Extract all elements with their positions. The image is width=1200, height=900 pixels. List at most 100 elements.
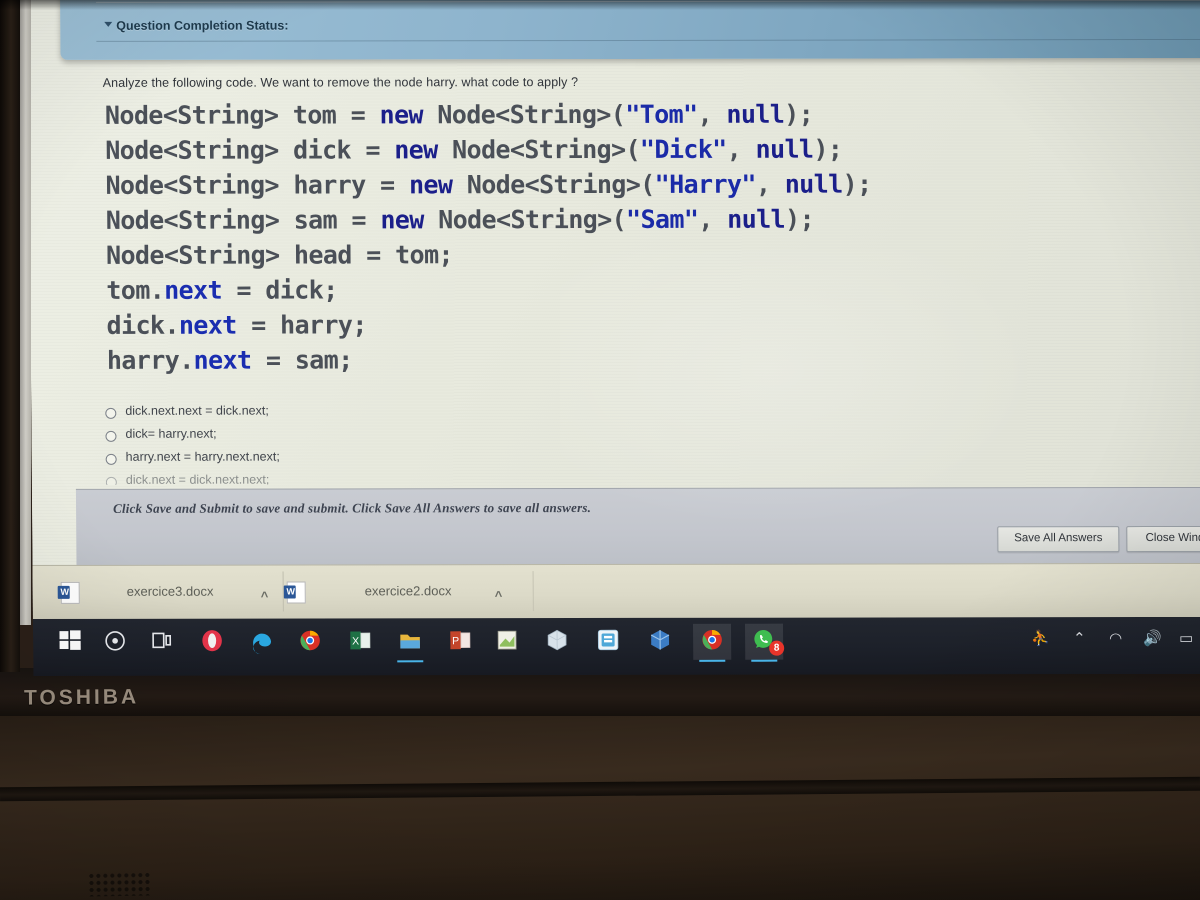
battery-icon[interactable]: ▭ <box>1179 629 1193 647</box>
file-explorer-button[interactable] <box>391 624 429 663</box>
answer-option[interactable]: harry.next = harry.next.next; <box>105 449 626 473</box>
virtualbox-button[interactable] <box>641 624 679 660</box>
code-line: dick.next = harry; <box>106 306 1006 343</box>
answer-option[interactable]: dick= harry.next; <box>105 426 625 450</box>
svg-text:P: P <box>452 635 459 647</box>
edge-icon <box>243 625 281 657</box>
download-item[interactable]: exercice2.docx ^ <box>286 573 517 611</box>
screen-left-bezel <box>0 0 20 672</box>
radio-button-icon[interactable] <box>105 453 117 465</box>
wifi-icon[interactable]: ◠ <box>1109 629 1122 647</box>
code-token: = sam; <box>251 345 353 375</box>
excel-button[interactable]: X <box>341 624 379 660</box>
excel-icon: X <box>341 624 379 656</box>
code-token: "Tom" <box>625 99 698 129</box>
word-document-icon <box>286 581 306 604</box>
code-token: ); <box>784 99 814 129</box>
app-button[interactable] <box>589 624 627 660</box>
windows-taskbar[interactable]: ⛹ ⌃ ◠ 🔊 ▭ X P 8 <box>32 616 1200 676</box>
package-button[interactable] <box>538 624 576 660</box>
answer-option-label: harry.next = harry.next.next; <box>125 449 280 464</box>
cortana-button[interactable] <box>96 625 134 661</box>
answer-option-label: dick= harry.next; <box>125 426 217 441</box>
windows-logo-icon <box>51 625 89 657</box>
code-line: Node<String> head = tom; <box>106 236 1006 273</box>
code-token: null <box>726 99 785 129</box>
answer-option[interactable]: dick.next.next = dick.next; <box>105 403 625 427</box>
notepad-button[interactable] <box>488 624 526 660</box>
code-token: "Harry" <box>654 169 756 199</box>
code-line: Node<String> tom = new Node<String>("Tom… <box>105 96 1005 133</box>
code-token: , <box>698 204 728 234</box>
opera-icon <box>193 625 231 657</box>
chrome-button[interactable] <box>291 624 329 660</box>
browser-page: Remaining Time: 1 hour, 29 minutes, 21 s… <box>28 0 1200 620</box>
code-token: Node<String> dick = <box>105 135 395 165</box>
whatsapp-button[interactable]: 8 <box>744 623 785 662</box>
code-token: tom. <box>106 275 165 305</box>
radio-button-icon[interactable] <box>105 430 117 442</box>
code-token: Node<String>( <box>452 169 655 200</box>
question-completion-status-label[interactable]: Question Completion Status: <box>116 19 288 33</box>
code-token: ); <box>813 134 843 164</box>
code-line: harry.next = sam; <box>107 341 1007 378</box>
exam-header-panel: Remaining Time: 1 hour, 29 minutes, 21 s… <box>59 0 1200 60</box>
opera-button[interactable] <box>193 625 231 661</box>
notepad-icon <box>488 624 526 656</box>
code-token: new <box>394 135 438 165</box>
task-view-button[interactable] <box>143 625 181 661</box>
code-token: ); <box>842 169 872 199</box>
system-tray[interactable]: ⛹ ⌃ ◠ 🔊 ▭ <box>1031 629 1200 657</box>
code-block: Node<String> tom = new Node<String>("Tom… <box>105 96 1007 378</box>
download-filename: exercice2.docx <box>364 583 452 599</box>
radio-button-icon[interactable] <box>105 407 117 419</box>
code-token: Node<String> sam = <box>105 205 381 235</box>
taskbar-running-indicator <box>751 659 778 662</box>
edge-button[interactable] <box>243 625 281 661</box>
close-window-button[interactable]: Close Window <box>1126 525 1200 553</box>
chevron-up-icon[interactable]: ⌃ <box>1073 629 1086 647</box>
header-divider-bottom <box>96 38 1200 42</box>
volume-icon[interactable]: 🔊 <box>1143 629 1162 647</box>
app-tile-icon <box>589 624 627 656</box>
triangle-down-icon[interactable] <box>104 21 113 27</box>
save-all-answers-button[interactable]: Save All Answers <box>997 526 1120 553</box>
start-button[interactable] <box>51 625 89 661</box>
folder-icon <box>391 624 429 656</box>
laptop-screen: Remaining Time: 1 hour, 29 minutes, 21 s… <box>28 0 1200 676</box>
code-token: , <box>726 134 756 164</box>
word-document-icon <box>60 581 80 604</box>
code-line: Node<String> sam = new Node<String>("Sam… <box>106 201 1006 238</box>
code-token: Node<String> head = tom; <box>105 240 454 270</box>
code-token: new <box>380 205 424 235</box>
code-token: new <box>408 170 453 200</box>
code-token: , <box>755 169 785 199</box>
answer-option[interactable]: dick.next = dick.next.next; <box>105 472 626 485</box>
question-prompt: Analyze the following code. We want to r… <box>102 75 579 90</box>
code-token: next <box>178 310 237 340</box>
powerpoint-icon: P <box>441 624 479 656</box>
answer-options-list[interactable]: dick.next.next = dick.next; dick= harry.n… <box>105 403 626 473</box>
radio-button-icon[interactable] <box>105 476 117 485</box>
powerpoint-button[interactable]: P <box>441 624 479 660</box>
chrome-window-button[interactable] <box>692 623 732 662</box>
notification-badge: 8 <box>769 640 785 656</box>
speaker-grille <box>87 871 151 897</box>
chevron-up-icon[interactable]: ^ <box>495 588 503 603</box>
code-token: new <box>379 100 424 130</box>
download-item[interactable]: exercice3.docx ^ <box>60 574 291 612</box>
save-instruction-text: Click Save and Submit to save and submit… <box>112 500 592 516</box>
taskbar-running-indicator <box>699 659 726 662</box>
answer-option-clipped[interactable]: dick.next = dick.next.next; <box>105 472 626 485</box>
code-token: Node<String>( <box>437 134 641 165</box>
code-token: = harry; <box>236 310 367 340</box>
code-token: next <box>164 275 223 305</box>
people-icon[interactable]: ⛹ <box>1031 629 1050 647</box>
chevron-up-icon[interactable]: ^ <box>261 589 269 604</box>
cube-icon <box>538 624 576 656</box>
code-token: null <box>755 134 814 164</box>
code-line: Node<String> harry = new Node<String>("H… <box>105 166 1005 203</box>
chrome-icon <box>291 624 329 656</box>
code-token: "Dick" <box>639 134 727 164</box>
virtualbox-cube-icon <box>641 624 679 656</box>
